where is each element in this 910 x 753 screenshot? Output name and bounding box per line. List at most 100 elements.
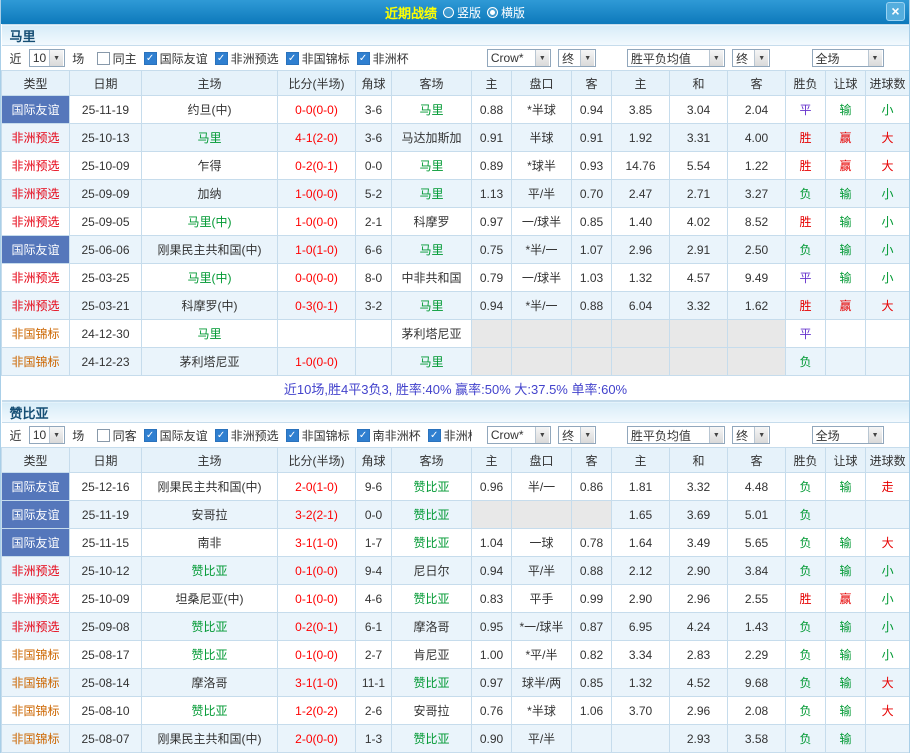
home-team[interactable]: 摩洛哥 (142, 669, 278, 697)
home-team[interactable]: 马里(中) (142, 264, 278, 292)
home-team[interactable]: 赞比亚 (142, 557, 278, 585)
home-team[interactable]: 刚果民主共和国(中) (142, 725, 278, 753)
match-score: 1-0(1-0) (278, 236, 356, 264)
away-team[interactable]: 赞比亚 (392, 501, 472, 529)
scope-select[interactable]: 全场▼ (812, 426, 884, 444)
result-handicap (826, 348, 866, 376)
away-team[interactable]: 赞比亚 (392, 585, 472, 613)
avg-home: 1.32 (612, 669, 670, 697)
filter-checkboxes: 同主 ✓国际友谊 ✓非洲预选 ✓非国锦标 ✓非洲杯 (90, 50, 409, 64)
odds-line: 半球 (512, 124, 572, 152)
away-team[interactable]: 赞比亚 (392, 473, 472, 501)
away-team[interactable]: 马达加斯加 (392, 124, 472, 152)
match-date: 25-10-13 (70, 124, 142, 152)
result-winloss: 负 (786, 501, 826, 529)
radio-label: 竖版 (457, 4, 481, 21)
away-team[interactable]: 茅利塔尼亚 (392, 320, 472, 348)
result-handicap: 输 (826, 264, 866, 292)
away-team[interactable]: 赞比亚 (392, 725, 472, 753)
avg-draw: 2.96 (670, 585, 728, 613)
filter-checkbox[interactable]: ✓国际友谊 (144, 50, 208, 67)
home-team[interactable]: 乍得 (142, 152, 278, 180)
away-team[interactable]: 马里 (392, 348, 472, 376)
filter-checkbox[interactable]: ✓非洲预选 (215, 50, 279, 67)
radio-vertical-layout[interactable]: 竖版 (443, 4, 481, 21)
odds-source-select[interactable]: Crow*▼ (487, 49, 551, 67)
odds-time-select[interactable]: 终▼ (558, 49, 596, 67)
odds-home: 0.89 (472, 152, 512, 180)
away-team[interactable]: 中非共和国 (392, 264, 472, 292)
away-team[interactable]: 马里 (392, 292, 472, 320)
home-team[interactable]: 茅利塔尼亚 (142, 348, 278, 376)
home-team[interactable]: 加纳 (142, 180, 278, 208)
result-handicap: 赢 (826, 124, 866, 152)
home-team[interactable]: 马里(中) (142, 208, 278, 236)
match-count-select[interactable]: 10▼ (29, 426, 65, 444)
avg-draw (670, 320, 728, 348)
result-winloss: 胜 (786, 292, 826, 320)
away-team[interactable]: 赞比亚 (392, 529, 472, 557)
match-score: 0-2(0-1) (278, 613, 356, 641)
match-count-select[interactable]: 10▼ (29, 49, 65, 67)
avg-away: 2.04 (728, 96, 786, 124)
result-winloss: 平 (786, 96, 826, 124)
match-type: 非国锦标 (2, 697, 70, 725)
home-team[interactable]: 刚果民主共和国(中) (142, 236, 278, 264)
home-team[interactable]: 赞比亚 (142, 613, 278, 641)
away-team[interactable]: 肯尼亚 (392, 641, 472, 669)
home-team[interactable]: 南非 (142, 529, 278, 557)
home-team[interactable]: 马里 (142, 124, 278, 152)
filter-checkbox[interactable]: ✓非洲预选 (215, 427, 279, 444)
away-team[interactable]: 摩洛哥 (392, 613, 472, 641)
avg-type-select[interactable]: 胜平负均值▼ (627, 426, 725, 444)
result-goals: 小 (866, 96, 910, 124)
home-team[interactable]: 赞比亚 (142, 641, 278, 669)
match-score: 1-0(0-0) (278, 348, 356, 376)
result-handicap: 输 (826, 529, 866, 557)
away-team[interactable]: 马里 (392, 180, 472, 208)
odds-source-select[interactable]: Crow*▼ (487, 426, 551, 444)
odds-time-select[interactable]: 终▼ (558, 426, 596, 444)
filter-checkbox[interactable]: 同客 (97, 427, 137, 444)
away-team[interactable]: 安哥拉 (392, 697, 472, 725)
home-team[interactable]: 赞比亚 (142, 697, 278, 725)
filter-checkbox[interactable]: ✓国际友谊 (144, 427, 208, 444)
away-team[interactable]: 马里 (392, 96, 472, 124)
filter-checkbox[interactable]: ✓非洲杯 (428, 427, 472, 444)
home-team[interactable]: 坦桑尼亚(中) (142, 585, 278, 613)
result-goals (866, 725, 910, 753)
filter-checkbox[interactable]: ✓非国锦标 (286, 50, 350, 67)
avg-home (612, 348, 670, 376)
checkbox-icon: ✓ (215, 429, 228, 442)
home-team[interactable]: 安哥拉 (142, 501, 278, 529)
match-score: 3-1(1-0) (278, 669, 356, 697)
result-winloss: 胜 (786, 124, 826, 152)
column-header-4: 角球 (356, 448, 392, 473)
avg-home: 6.04 (612, 292, 670, 320)
avg-draw: 2.91 (670, 236, 728, 264)
away-team[interactable]: 科摩罗 (392, 208, 472, 236)
radio-horizontal-layout[interactable]: 横版 (487, 4, 525, 21)
filter-checkbox[interactable]: ✓非国锦标 (286, 427, 350, 444)
avg-type-select[interactable]: 胜平负均值▼ (627, 49, 725, 67)
filter-checkbox[interactable]: ✓非洲杯 (357, 50, 409, 67)
scope-select[interactable]: 全场▼ (812, 49, 884, 67)
away-team[interactable]: 马里 (392, 236, 472, 264)
odds-home: 0.76 (472, 697, 512, 725)
avg-time-select[interactable]: 终▼ (732, 426, 770, 444)
home-team[interactable]: 马里 (142, 320, 278, 348)
match-score: 1-2(0-2) (278, 697, 356, 725)
filter-checkbox[interactable]: ✓南非洲杯 (357, 427, 421, 444)
result-handicap (826, 501, 866, 529)
away-team[interactable]: 马里 (392, 152, 472, 180)
home-team[interactable]: 刚果民主共和国(中) (142, 473, 278, 501)
filter-checkbox[interactable]: 同主 (97, 50, 137, 67)
odds-away: 0.94 (572, 96, 612, 124)
away-team[interactable]: 尼日尔 (392, 557, 472, 585)
away-team[interactable]: 赞比亚 (392, 669, 472, 697)
home-team[interactable]: 约旦(中) (142, 96, 278, 124)
close-button[interactable]: × (886, 2, 905, 21)
avg-away: 2.08 (728, 697, 786, 725)
home-team[interactable]: 科摩罗(中) (142, 292, 278, 320)
avg-time-select[interactable]: 终▼ (732, 49, 770, 67)
